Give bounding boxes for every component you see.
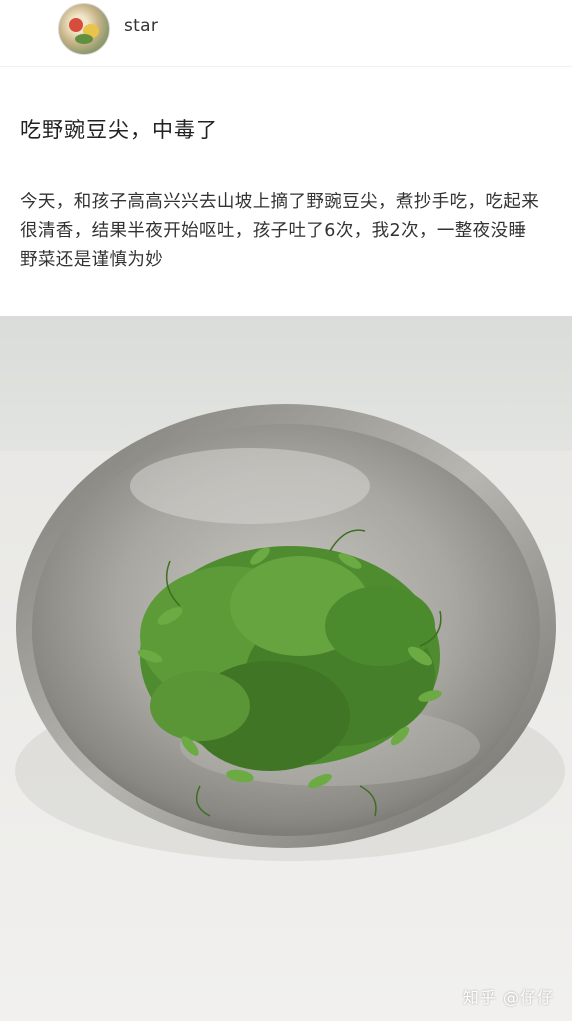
post-photo[interactable] xyxy=(0,316,572,1021)
avatar-detail xyxy=(75,34,93,44)
photo-illustration xyxy=(0,316,572,1021)
post-title: 吃野豌豆尖，中毒了 xyxy=(20,118,218,142)
bowl-highlight xyxy=(130,448,370,524)
post-paragraph: 野菜还是谨慎为妙 xyxy=(20,250,164,270)
post-header: star xyxy=(0,0,572,64)
post-paragraph: 今天，和孩子高高兴兴去山坡上摘了野豌豆尖，煮抄手吃，吃起来很清香，结果半夜开始呕… xyxy=(20,192,540,241)
post-page: star 吃野豌豆尖，中毒了 今天，和孩子高高兴兴去山坡上摘了野豌豆尖，煮抄手吃… xyxy=(0,0,572,1021)
avatar[interactable] xyxy=(58,3,110,55)
watermark: 知乎 @仔仔 xyxy=(462,988,554,1007)
avatar-detail xyxy=(69,18,83,32)
header-divider xyxy=(0,66,572,67)
username[interactable]: star xyxy=(124,16,158,36)
post-body: 今天，和孩子高高兴兴去山坡上摘了野豌豆尖，煮抄手吃，吃起来很清香，结果半夜开始呕… xyxy=(20,188,552,275)
